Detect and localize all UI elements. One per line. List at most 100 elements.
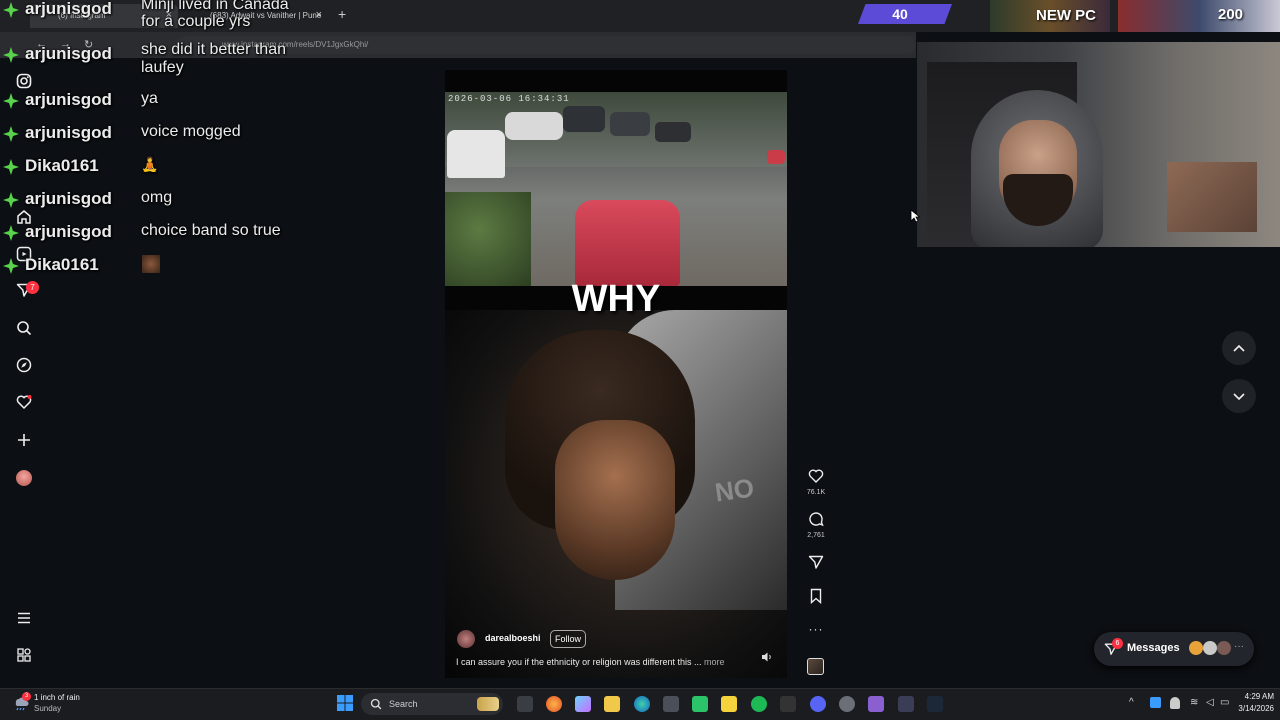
taskbar-search-box[interactable]: Search: [361, 693, 503, 715]
cctv-footage: 2026-03-06 16:34:31: [445, 92, 787, 286]
chat-text: voice mogged: [141, 123, 241, 140]
chat-text: Minji lived in Canada for a couple yrs: [141, 0, 289, 30]
chat-message: arjunisgod Minji lived in Canada for a c…: [0, 0, 330, 30]
chat-message: Dika0161 🧘: [0, 152, 330, 182]
reel-caption-text: I can assure you if the ethnicity or rel…: [456, 657, 702, 667]
chat-badge-icon: [3, 225, 19, 241]
save-bookmark-icon[interactable]: [805, 588, 827, 609]
chat-emote: 🧘: [141, 156, 159, 172]
sticky-notes-icon[interactable]: [721, 696, 737, 712]
profile-avatar-icon[interactable]: [12, 466, 36, 490]
chat-message: arjunisgod she did it better than laufey: [0, 40, 330, 76]
cctv-timestamp: 2026-03-06 16:34:31: [448, 94, 570, 104]
author-avatar[interactable]: [457, 630, 475, 648]
chat-text: omg: [141, 189, 173, 206]
chat-message: arjunisgod omg: [0, 185, 330, 215]
reel-video[interactable]: 2026-03-06 16:34:31 NO WHY darealboeshi …: [445, 70, 787, 678]
weather-badge: 3: [22, 692, 31, 701]
app-icon[interactable]: [868, 696, 884, 712]
message-avatar: [1203, 641, 1217, 655]
chat-badge-icon: [3, 159, 19, 175]
message-avatar: [1217, 641, 1231, 655]
chat-username: Dika0161: [25, 156, 99, 175]
edge-icon[interactable]: [634, 696, 650, 712]
more-options-icon[interactable]: ···: [805, 622, 827, 636]
notification-badge: 7: [26, 281, 39, 294]
goal-count: 200: [1218, 6, 1244, 23]
next-reel-button[interactable]: [1222, 379, 1256, 413]
task-view-icon[interactable]: [517, 696, 533, 712]
mute-icon[interactable]: [761, 650, 773, 662]
weather-subtitle: Sunday: [34, 704, 62, 713]
microphone-icon[interactable]: [1170, 697, 1180, 709]
copilot-icon[interactable]: [575, 696, 591, 712]
chat-badge-icon: [3, 192, 19, 208]
chat-badge-icon: [3, 2, 19, 18]
firefox-icon[interactable]: [546, 696, 562, 712]
search-highlight-icon: [477, 697, 499, 711]
chat-username: Dika0161: [25, 255, 99, 274]
chat-emote-image: [142, 255, 160, 273]
start-windows-icon[interactable]: [337, 695, 353, 711]
reel-portrait: NO: [445, 310, 787, 678]
clock-date[interactable]: 3/14/2026: [1226, 704, 1274, 713]
webcam-feed: [917, 42, 1280, 247]
audio-thumbnail[interactable]: [807, 658, 824, 675]
reel-caption: I can assure you if the ethnicity or rel…: [456, 657, 725, 667]
follower-count: 40: [892, 6, 908, 22]
notifications-heart-icon[interactable]: [12, 390, 36, 414]
create-plus-icon[interactable]: [12, 428, 36, 452]
weather-title: 1 inch of rain: [34, 693, 80, 702]
chat-username: arjunisgod: [25, 90, 112, 109]
explore-icon[interactable]: [12, 353, 36, 377]
also-from-meta-icon[interactable]: [12, 643, 36, 667]
chat-badge-icon: [3, 126, 19, 142]
previous-reel-button[interactable]: [1222, 331, 1256, 365]
comment-icon[interactable]: [805, 511, 827, 532]
chat-username: arjunisgod: [25, 0, 112, 18]
tray-app-icon[interactable]: [1150, 697, 1161, 708]
chat-message: arjunisgod ya: [0, 86, 330, 116]
comment-count: 2,761: [807, 532, 825, 539]
spotify-icon[interactable]: [751, 696, 767, 712]
overlay-art-right: [1118, 0, 1280, 32]
more-link[interactable]: more: [704, 657, 725, 667]
like-icon[interactable]: [805, 468, 827, 489]
messages-button[interactable]: 6 Messages ···: [1094, 632, 1254, 666]
author-username[interactable]: darealboeshi: [485, 633, 541, 643]
search-icon[interactable]: [12, 316, 36, 340]
reel-caption-overlay: WHY: [571, 278, 661, 320]
app-icon[interactable]: [898, 696, 914, 712]
chat-message: Dika0161: [0, 251, 330, 281]
more-avatars-icon: ···: [1234, 641, 1244, 652]
new-tab-button[interactable]: +: [338, 6, 346, 22]
chat-username: arjunisgod: [25, 123, 112, 142]
store-icon[interactable]: [663, 696, 679, 712]
chat-username: arjunisgod: [25, 44, 112, 63]
more-menu-icon[interactable]: [12, 606, 36, 630]
app-icon[interactable]: [839, 696, 855, 712]
chat-badge-icon: [3, 47, 19, 63]
discord-icon[interactable]: [810, 696, 826, 712]
message-avatar: [1189, 641, 1203, 655]
taskbar-search-placeholder: Search: [389, 699, 418, 709]
mouse-cursor-icon: [910, 209, 920, 223]
kick-icon[interactable]: [692, 696, 708, 712]
tray-overflow-icon[interactable]: ^: [1129, 697, 1134, 708]
wifi-icon[interactable]: ≋: [1190, 697, 1198, 708]
chat-text: choice band so true: [141, 222, 281, 239]
chevron-down-icon: [1233, 393, 1245, 401]
chat-username: arjunisgod: [25, 222, 112, 241]
follow-button[interactable]: Follow: [550, 630, 586, 648]
messages-badge: 6: [1112, 638, 1123, 649]
steam-icon[interactable]: [927, 696, 943, 712]
file-explorer-icon[interactable]: [604, 696, 620, 712]
share-icon[interactable]: [805, 554, 827, 575]
search-icon: [370, 698, 382, 710]
chat-message: arjunisgod voice mogged: [0, 119, 330, 149]
volume-icon[interactable]: ◁: [1206, 697, 1214, 708]
pen-app-icon[interactable]: [780, 696, 796, 712]
chat-badge-icon: [3, 258, 19, 274]
messages-label: Messages: [1127, 642, 1180, 654]
clock-time[interactable]: 4:29 AM: [1232, 692, 1274, 701]
